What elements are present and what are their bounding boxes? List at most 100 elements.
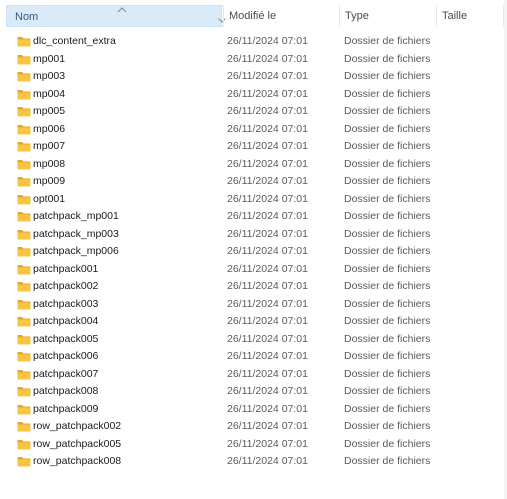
file-row[interactable]: patchpack009 26/11/2024 07:01 Dossier de f… (0, 401, 507, 419)
file-list: dlc_content_extra 26/11/2024 07:01 Dossier… (0, 33, 507, 471)
folder-icon (17, 37, 31, 47)
file-row[interactable]: row_patchpack005 26/11/2024 07:01 Dossier … (0, 436, 507, 454)
folder-icon (17, 387, 31, 397)
file-modified: 26/11/2024 07:01 (227, 157, 308, 170)
folder-icon (17, 334, 31, 344)
file-type: Dossier de fichiers (344, 70, 431, 82)
file-name: mp008 (33, 157, 66, 170)
folder-icon (17, 142, 31, 152)
file-modified: 26/11/2024 07:01 (227, 315, 308, 327)
file-name: patchpack009 (33, 402, 99, 415)
file-modified: 26/11/2024 07:01 (227, 192, 308, 205)
file-type: Dossier de fichiers (344, 157, 431, 170)
file-row[interactable]: patchpack005 26/11/2024 07:01 Dossier de f… (0, 331, 507, 349)
folder-icon (17, 54, 31, 64)
file-name: patchpack003 (33, 297, 99, 310)
file-modified: 26/11/2024 07:01 (227, 385, 308, 397)
column-header-type[interactable]: Type (339, 5, 435, 27)
file-modified: 26/11/2024 07:01 (227, 297, 308, 310)
file-modified: 26/11/2024 07:01 (227, 52, 308, 65)
file-type: Dossier de fichiers (344, 227, 431, 240)
file-type: Dossier de fichiers (344, 262, 431, 275)
file-row[interactable]: patchpack_mp001 26/11/2024 07:01 Dossier d… (0, 208, 507, 226)
file-type: Dossier de fichiers (344, 105, 431, 117)
file-name: patchpack008 (33, 385, 99, 397)
file-type: Dossier de fichiers (344, 315, 431, 327)
folder-icon (17, 159, 31, 169)
folder-icon (17, 299, 31, 309)
file-modified: 26/11/2024 07:01 (227, 350, 308, 362)
file-row[interactable]: patchpack003 26/11/2024 07:01 Dossier de f… (0, 296, 507, 314)
folder-icon (17, 352, 31, 362)
column-header-bar: Nom Modifié le Type Taille (0, 0, 507, 31)
file-type: Dossier de fichiers (344, 332, 431, 345)
folder-icon (17, 89, 31, 99)
file-row[interactable]: mp003 26/11/2024 07:01 Dossier de fichiers (0, 68, 507, 86)
file-type: Dossier de fichiers (344, 192, 431, 205)
folder-icon (17, 212, 31, 222)
file-row[interactable]: mp001 26/11/2024 07:01 Dossier de fichiers (0, 51, 507, 69)
folder-icon (17, 439, 31, 449)
file-modified: 26/11/2024 07:01 (227, 70, 308, 82)
file-name: mp005 (33, 105, 66, 117)
file-row[interactable]: patchpack001 26/11/2024 07:01 Dossier de f… (0, 261, 507, 279)
file-type: Dossier de fichiers (344, 280, 431, 292)
file-row[interactable]: patchpack004 26/11/2024 07:01 Dossier de f… (0, 313, 507, 331)
file-name: mp001 (33, 52, 66, 65)
file-name: mp003 (33, 70, 66, 82)
file-type: Dossier de fichiers (344, 455, 431, 467)
file-modified: 26/11/2024 07:01 (227, 262, 308, 275)
file-type: Dossier de fichiers (344, 245, 431, 257)
file-type: Dossier de fichiers (344, 385, 431, 397)
file-modified: 26/11/2024 07:01 (227, 367, 308, 380)
file-row[interactable]: mp006 26/11/2024 07:01 Dossier de fichiers (0, 121, 507, 139)
file-type: Dossier de fichiers (344, 297, 431, 310)
file-name: patchpack_mp006 (33, 245, 119, 257)
file-row[interactable]: dlc_content_extra 26/11/2024 07:01 Dossier… (0, 33, 507, 51)
column-header-size[interactable]: Taille (436, 5, 504, 27)
file-type: Dossier de fichiers (344, 210, 431, 222)
file-name: patchpack_mp003 (33, 227, 119, 240)
folder-icon (17, 107, 31, 117)
file-name: patchpack_mp001 (33, 210, 119, 222)
file-type: Dossier de fichiers (344, 52, 431, 65)
file-row[interactable]: patchpack002 26/11/2024 07:01 Dossier de f… (0, 278, 507, 296)
file-row[interactable]: mp008 26/11/2024 07:01 Dossier de fichiers (0, 156, 507, 174)
column-header-size-label: Taille (442, 10, 468, 22)
file-name: row_patchpack008 (33, 455, 122, 467)
folder-icon (17, 194, 31, 204)
folder-icon (17, 317, 31, 327)
file-modified: 26/11/2024 07:01 (227, 332, 308, 345)
file-modified: 26/11/2024 07:01 (227, 210, 308, 222)
column-header-modified[interactable]: Modifié le (223, 5, 338, 27)
file-row[interactable]: patchpack_mp003 26/11/2024 07:01 Dossier d… (0, 226, 507, 244)
file-type: Dossier de fichiers (344, 122, 431, 135)
file-row[interactable]: mp009 26/11/2024 07:01 Dossier de fichiers (0, 173, 507, 191)
file-name: dlc_content_extra (33, 35, 116, 47)
file-modified: 26/11/2024 07:01 (227, 140, 308, 152)
file-row[interactable]: patchpack006 26/11/2024 07:01 Dossier de f… (0, 348, 507, 366)
file-row[interactable]: row_patchpack002 26/11/2024 07:01 Dossier … (0, 418, 507, 436)
column-header-name[interactable]: Nom (6, 5, 226, 27)
file-row[interactable]: mp004 26/11/2024 07:01 Dossier de fichiers (0, 86, 507, 104)
file-name: patchpack004 (33, 315, 99, 327)
file-row[interactable]: row_patchpack008 26/11/2024 07:01 Dossier … (0, 453, 507, 471)
folder-icon (17, 404, 31, 414)
folder-icon (17, 264, 31, 274)
folder-icon (17, 177, 31, 187)
file-name: mp007 (33, 140, 66, 152)
file-modified: 26/11/2024 07:01 (227, 245, 308, 257)
file-name: opt001 (33, 192, 66, 205)
file-row[interactable]: mp007 26/11/2024 07:01 Dossier de fichiers (0, 138, 507, 156)
sort-ascending-icon (117, 7, 127, 13)
file-row[interactable]: opt001 26/11/2024 07:01 Dossier de fichier… (0, 191, 507, 209)
file-row[interactable]: patchpack007 26/11/2024 07:01 Dossier de f… (0, 366, 507, 384)
file-row[interactable]: patchpack008 26/11/2024 07:01 Dossier de f… (0, 383, 507, 401)
file-type: Dossier de fichiers (344, 175, 431, 187)
file-row[interactable]: patchpack_mp006 26/11/2024 07:01 Dossier d… (0, 243, 507, 261)
file-row[interactable]: mp005 26/11/2024 07:01 Dossier de fichiers (0, 103, 507, 121)
file-name: mp006 (33, 122, 66, 135)
file-type: Dossier de fichiers (344, 140, 431, 152)
file-modified: 26/11/2024 07:01 (227, 227, 308, 240)
file-name: patchpack007 (33, 367, 99, 380)
